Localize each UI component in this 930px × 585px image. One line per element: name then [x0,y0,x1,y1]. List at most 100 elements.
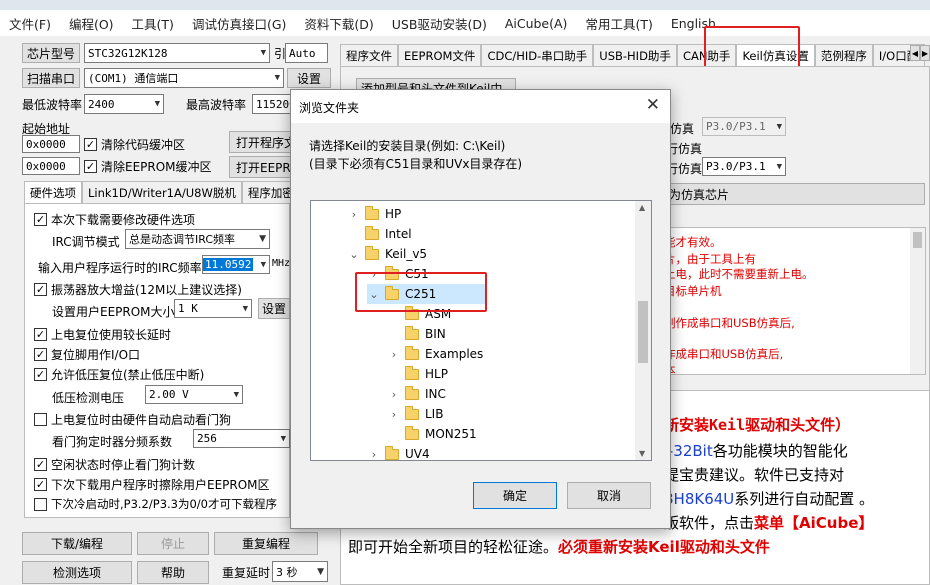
repeat-delay-select[interactable]: 3 秒 ▼ [272,561,328,582]
tree-node-inc[interactable]: › INC [387,384,446,404]
sim1-select[interactable]: P3.0/P3.1 ▼ [702,117,786,136]
chip-model-value: STC32G12K128 [88,46,168,60]
repeat-program-button[interactable]: 重复编程 [214,532,318,555]
folder-tree[interactable]: › HP Intel ⌄ Keil_v5 › C51 ⌄ C251 ASM BIN › E… [310,200,652,461]
download-program-button[interactable]: 下载/编程 [22,532,132,555]
max-baud-select[interactable]: 115200 [252,94,292,114]
info-line-4-menu: 菜单【 [754,514,800,532]
auto-watchdog-checkbox[interactable]: 上电复位时由硬件自动启动看门狗 [34,411,231,428]
tree-node-lib[interactable]: › LIB [387,404,443,424]
menu-tools[interactable]: 工具(T) [123,14,183,33]
wdt-prescaler-select[interactable]: 256 ▼ [193,429,290,448]
tree-node-hp[interactable]: › HP [347,204,401,224]
low-voltage-reset-checkbox[interactable]: ✓ 允许低压复位(禁止低压中断) [34,366,204,383]
tab-eeprom-file[interactable]: EEPROM文件 [398,44,482,66]
tree-node-bin[interactable]: BIN [387,324,446,344]
tab-offline[interactable]: Link1D/Writer1A/U8W脱机 [82,181,242,203]
cold-start-download-checkbox[interactable]: 下次冷启动时,P3.2/P3.3为0/0才可下载程序 [34,496,277,512]
tree-scrollbar[interactable]: ▲ ▼ [635,201,651,460]
stop-button[interactable]: 停止 [137,532,209,555]
menu-usb-driver[interactable]: USB驱动安装(D) [383,14,496,33]
ok-button[interactable]: 确定 [473,482,557,509]
idle-stop-wdt-label: 空闲状态时停止看门狗计数 [51,458,196,472]
irc-mode-label: IRC调节模式 [52,235,120,249]
tab-scroll-left-icon[interactable]: ◀ [910,45,920,61]
modify-hw-options-checkbox[interactable]: ✓ 本次下载需要修改硬件选项 [34,211,195,228]
clear-code-label: 清除代码缓冲区 [101,138,186,152]
eeprom-address-input[interactable]: 0x0000 [22,157,80,175]
folder-icon [405,425,419,440]
chip-model-button[interactable]: 芯片型号 [22,43,80,63]
wdt-prescaler-label: 看门狗定时器分频系数 [52,435,173,449]
menu-debug[interactable]: 调试仿真接口(G) [183,14,295,33]
irc-mode-select[interactable]: 总是动态调节IRC频率 ▼ [125,229,270,249]
chevron-down-icon[interactable]: ⌄ [347,248,361,261]
tree-node-hlp[interactable]: HLP [387,364,448,384]
idle-stop-wdt-checkbox[interactable]: ✓ 空闲状态时停止看门狗计数 [34,456,195,473]
chevron-right-icon[interactable]: › [387,408,401,421]
scroll-down-icon[interactable]: ▼ [639,449,645,458]
note-line-1: 能才有效。 [664,235,722,249]
osc-gain-checkbox[interactable]: ✓ 振荡器放大增益(12M以上建议选择) [34,281,242,298]
long-reset-delay-checkbox[interactable]: ✓ 上电复位使用较长延时 [34,326,171,343]
checkbox-checked-icon: ✓ [34,458,47,471]
max-baud-value: 115200 [256,97,292,111]
tab-examples[interactable]: 范例程序 [814,44,873,66]
tree-node-keil[interactable]: ⌄ Keil_v5 [347,244,427,264]
tree-node-intel[interactable]: Intel [347,224,412,244]
clear-eeprom-label: 清除EEPROM缓冲区 [101,160,212,174]
chip-model-select[interactable]: STC32G12K128 ▼ [84,43,270,63]
menu-common-tools[interactable]: 常用工具(T) [576,14,661,33]
browse-folder-dialog: 浏览文件夹 ✕ 请选择Keil的安装目录(例如: C:\Keil) (目录下必须… [290,89,671,529]
reset-pin-io-checkbox[interactable]: ✓ 复位脚用作I/O口 [34,346,140,363]
sim3-select[interactable]: P3.0/P3.1 ▼ [702,157,786,176]
low-voltage-select[interactable]: 2.00 V ▼ [145,385,243,404]
cancel-button[interactable]: 取消 [567,482,651,509]
clear-code-checkbox[interactable]: ✓ 清除代码缓冲区 [84,136,185,153]
long-reset-delay-label: 上电复位使用较长延时 [51,328,172,342]
chevron-down-icon: ▼ [776,161,782,172]
chevron-right-icon[interactable]: › [387,348,401,361]
tree-node-uv4[interactable]: › UV4 [367,444,430,461]
tab-usb-hid[interactable]: USB-HID助手 [593,44,677,66]
scroll-up-icon[interactable]: ▲ [639,203,645,212]
close-icon[interactable]: ✕ [646,95,660,115]
tab-cdc-serial[interactable]: CDC/HID-串口助手 [481,44,594,66]
scan-port-button[interactable]: 扫描串口 [22,68,80,88]
eeprom-set-button[interactable]: 设置 [258,298,290,319]
info-line-5-warning: 必须重新安装Keil驱动和头文件 [558,538,770,556]
port-select[interactable]: (COM1) 通信端口 ▼ [84,68,284,88]
set-sim-chip-button[interactable]: 为仿真芯片 [660,183,925,205]
menu-file[interactable]: 文件(F) [0,14,60,33]
clear-eeprom-checkbox[interactable]: ✓ 清除EEPROM缓冲区 [84,158,212,175]
menu-download[interactable]: 资料下载(D) [295,14,382,33]
help-button[interactable]: 帮助 [137,561,209,584]
settings-button[interactable]: 设置 [287,68,331,88]
erase-eeprom-checkbox[interactable]: ✓ 下次下载用户程序时擦除用户EEPROM区 [34,476,270,493]
tree-node-examples[interactable]: › Examples [387,344,483,364]
notes-scrollbar-thumb[interactable] [913,232,922,248]
notes-scrollbar[interactable] [910,228,925,374]
tree-node-mon251[interactable]: MON251 [387,424,477,444]
chevron-right-icon[interactable]: › [347,208,361,221]
irc-freq-select[interactable]: 11.0592 ▼ [202,255,270,274]
open-eeprom-button[interactable]: 打开EEPROM文件 [229,156,295,178]
menu-aicube[interactable]: AiCube(A) [496,16,577,31]
code-address-input[interactable]: 0x0000 [22,135,80,153]
check-options-button[interactable]: 检测选项 [22,561,132,584]
tab-program-file[interactable]: 程序文件 [340,44,398,66]
chevron-right-icon[interactable]: › [367,448,381,461]
tree-scrollbar-thumb[interactable] [638,301,648,363]
tab-hardware-options[interactable]: 硬件选项 [24,181,82,203]
open-program-button[interactable]: 打开程序文件 [229,131,295,153]
osc-gain-label: 振荡器放大增益(12M以上建议选择) [51,283,242,297]
eeprom-size-select[interactable]: 1 K ▼ [174,299,252,318]
min-baud-select[interactable]: 2400 ▼ [84,94,164,114]
chevron-right-icon[interactable]: › [387,388,401,401]
highlight-keil-tab [704,26,800,68]
reset-pin-io-label: 复位脚用作I/O口 [51,348,141,362]
tab-scroll-right-icon[interactable]: ▶ [920,45,930,61]
pins-select[interactable]: Auto [285,43,328,63]
tree-node-hlp-label: HLP [425,367,448,381]
menu-program[interactable]: 编程(O) [60,14,123,33]
